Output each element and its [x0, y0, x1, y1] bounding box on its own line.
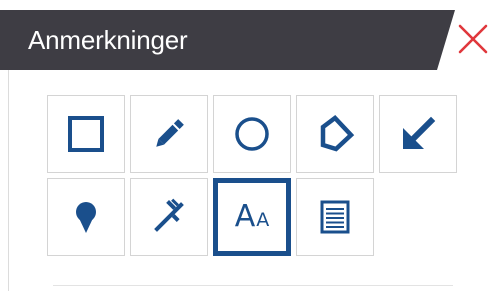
- pencil-icon: [156, 119, 184, 147]
- close-icon: [458, 24, 488, 54]
- circle-tool-button[interactable]: [213, 95, 291, 173]
- panel-header: Anmerkninger: [0, 0, 504, 70]
- arrow-down-left-icon: [403, 116, 436, 149]
- text-glyph-large: A: [234, 199, 256, 234]
- pin-tool-button[interactable]: [47, 178, 125, 256]
- section-divider: [53, 285, 453, 286]
- title-bar: Anmerkninger: [0, 10, 455, 70]
- text-tool-button[interactable]: A A: [213, 178, 291, 256]
- caliper-icon: [154, 198, 184, 232]
- note-icon: [320, 200, 350, 234]
- text-size-icon: A A: [235, 202, 270, 232]
- note-tool-button[interactable]: [296, 178, 374, 256]
- arrow-tool-button[interactable]: [379, 95, 457, 173]
- close-button[interactable]: [452, 18, 494, 60]
- annotations-panel: Anmerkninger A A: [0, 0, 504, 291]
- pencil-tool-button[interactable]: [130, 95, 208, 173]
- panel-title: Anmerkninger: [28, 25, 188, 55]
- text-glyph-small: A: [256, 209, 270, 231]
- map-pin-icon: [76, 202, 96, 233]
- measure-tool-button[interactable]: [130, 178, 208, 256]
- circle-icon: [235, 117, 269, 151]
- rectangle-tool-button[interactable]: [47, 95, 125, 173]
- polygon-icon: [320, 114, 355, 152]
- square-icon: [68, 116, 104, 152]
- polygon-tool-button[interactable]: [296, 95, 374, 173]
- tool-area: A A: [8, 70, 504, 291]
